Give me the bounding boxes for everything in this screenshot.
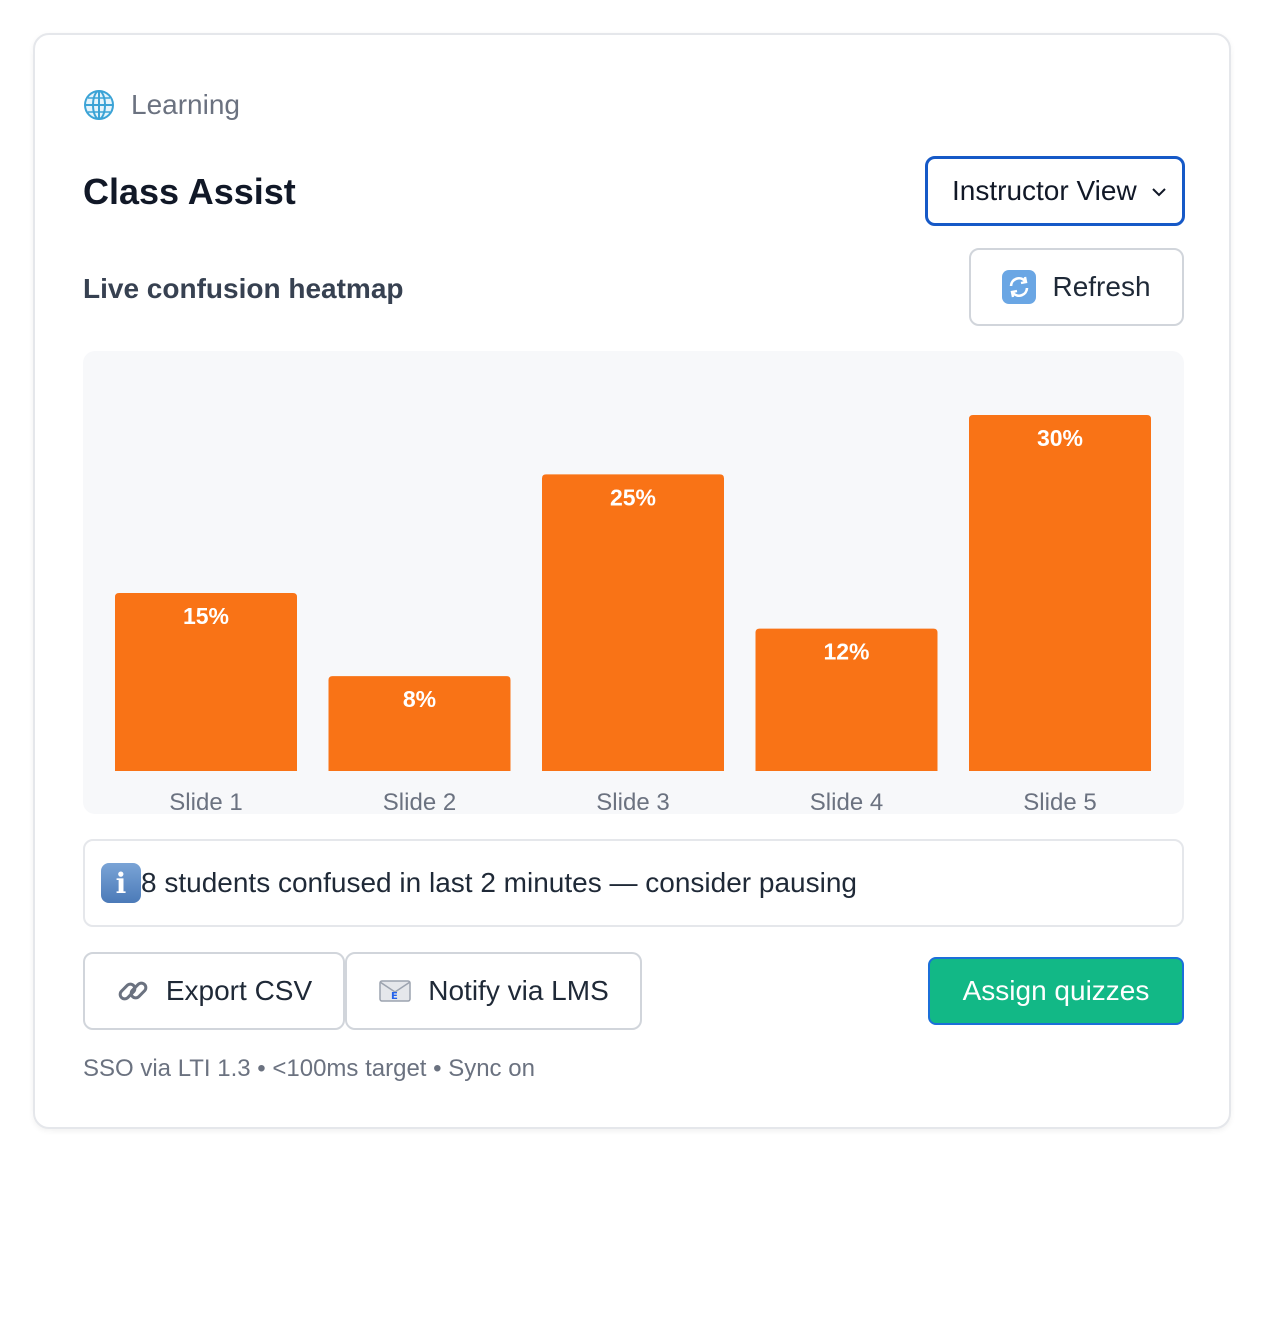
assign-quizzes-button[interactable]: Assign quizzes — [928, 957, 1184, 1025]
bar-5 — [969, 415, 1151, 771]
refresh-label: Refresh — [1052, 271, 1151, 302]
bar-value-label-5: 30% — [1037, 425, 1083, 451]
notify-label: Notify via LMS — [428, 975, 609, 1006]
view-select[interactable]: Instructor View — [925, 156, 1185, 226]
bar-value-label-2: 8% — [403, 686, 436, 712]
info-icon: i — [101, 863, 141, 903]
confusion-alert: i 8 students confused in last 2 minutes … — [83, 839, 1184, 927]
envelope-icon: E — [379, 980, 411, 1002]
bar-value-label-1: 15% — [183, 603, 229, 629]
category-label-3: Slide 3 — [596, 789, 669, 814]
assign-label: Assign quizzes — [962, 975, 1150, 1006]
link-icon — [118, 981, 148, 1001]
section-title: Live confusion heatmap — [83, 273, 404, 304]
notify-lms-button[interactable]: E Notify via LMS — [345, 952, 642, 1030]
category-label-4: Slide 4 — [810, 789, 883, 814]
category-label-5: Slide 5 — [1023, 789, 1096, 814]
alert-text: 8 students confused in last 2 minutes — … — [141, 867, 857, 898]
export-csv-button[interactable]: Export CSV — [83, 952, 345, 1030]
bar-3 — [542, 474, 724, 771]
confusion-chart: 15% Slide 1 8% Slide 2 25% Slide 3 12% Slide 4 3… — [83, 351, 1184, 814]
class-assist-card: Learning Class Assist Instructor View Li… — [33, 33, 1231, 1129]
category-header: Learning — [83, 89, 240, 121]
status-footnote: SSO via LTI 1.3 • <100ms target • Sync o… — [83, 1055, 535, 1082]
category-label-2: Slide 2 — [383, 789, 456, 814]
refresh-button[interactable]: Refresh — [969, 248, 1184, 326]
category-label: Learning — [131, 89, 240, 120]
bar-value-label-3: 25% — [610, 484, 656, 510]
view-select-value: Instructor View — [952, 175, 1137, 206]
confusion-bar-chart: 15% Slide 1 8% Slide 2 25% Slide 3 12% Slide 4 3… — [115, 415, 1151, 814]
globe-icon — [84, 90, 114, 120]
app-title: Class Assist — [83, 171, 296, 212]
export-label: Export CSV — [165, 975, 313, 1006]
svg-text:E: E — [391, 991, 398, 1002]
refresh-icon — [1002, 270, 1037, 304]
bar-value-label-4: 12% — [823, 639, 869, 665]
category-label-1: Slide 1 — [169, 789, 242, 814]
chevron-down-icon — [1152, 188, 1166, 197]
